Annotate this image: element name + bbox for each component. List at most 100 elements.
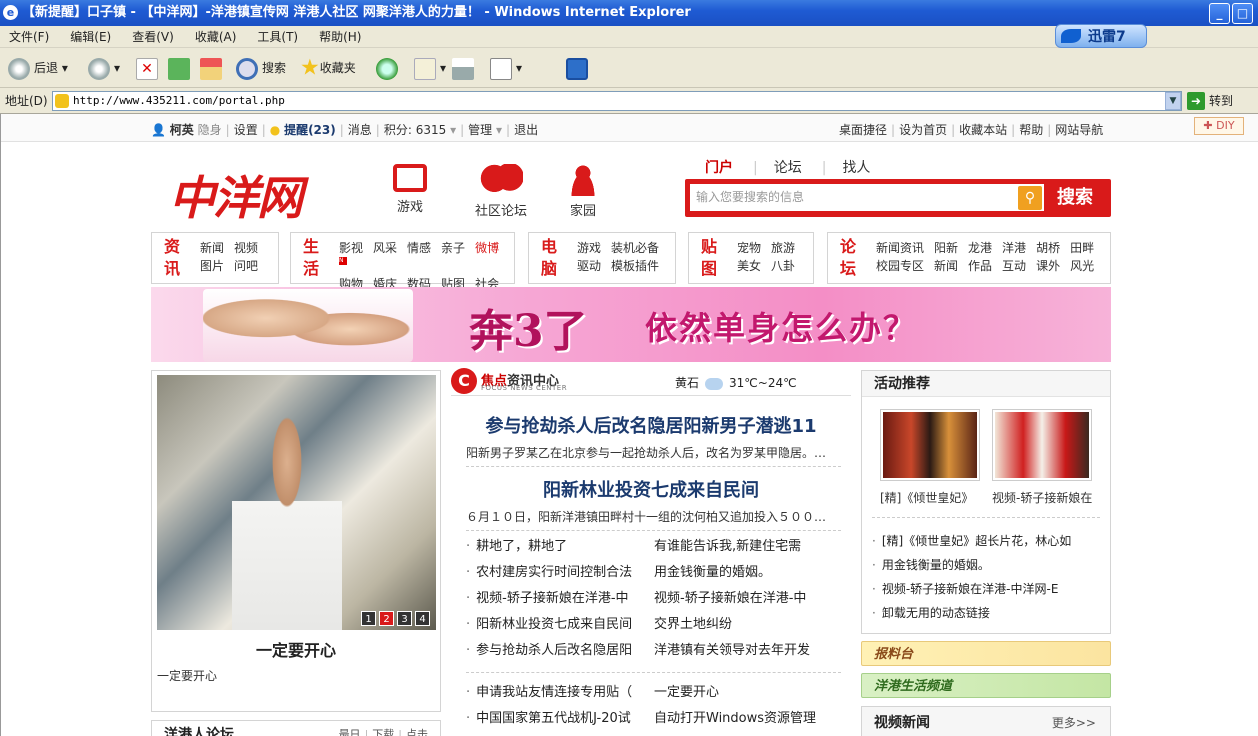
nav-link[interactable]: 模板插件: [611, 257, 659, 275]
feature-caption[interactable]: 一定要开心: [152, 637, 440, 661]
news-link[interactable]: 耕地了，耕地了: [466, 534, 654, 560]
nav-link[interactable]: 校园专区: [876, 257, 924, 275]
favorites-button[interactable]: ★收藏夹: [300, 56, 356, 80]
news-link[interactable]: 农村建房实行时间控制合法: [466, 560, 654, 586]
nav-link[interactable]: 田畔: [1070, 239, 1094, 257]
nav-link[interactable]: 视频: [234, 239, 258, 257]
nav-link[interactable]: 驱动: [577, 257, 601, 275]
news-link[interactable]: 视频-轿子接新娘在洋港-中: [654, 586, 844, 612]
reminders-link[interactable]: 提醒(23): [284, 123, 336, 137]
address-dropdown-icon[interactable]: ▼: [1165, 92, 1181, 110]
minimize-button[interactable]: _: [1209, 3, 1230, 24]
search-tab-people[interactable]: 找人: [842, 160, 870, 176]
set-homepage-link[interactable]: 设为首页: [899, 123, 947, 137]
news-link[interactable]: 一定要开心: [654, 680, 844, 706]
news-link[interactable]: 申请我站友情连接专用贴（: [466, 680, 654, 706]
nav-link-weibo[interactable]: 微博: [475, 239, 499, 257]
diy-button[interactable]: ✚ DIY: [1194, 117, 1244, 135]
nav-heading-news[interactable]: 资讯: [158, 236, 186, 280]
logout-link[interactable]: 退出: [514, 123, 538, 137]
headline-2[interactable]: 阳新林业投资七成来自民间: [451, 476, 851, 502]
nav-link[interactable]: 新闻: [200, 239, 224, 257]
nav-link[interactable]: 风采: [373, 239, 397, 257]
help-link[interactable]: 帮助: [1019, 123, 1043, 137]
nav-link[interactable]: 美女: [737, 257, 761, 275]
menu-tools[interactable]: 工具(T): [257, 26, 298, 48]
invisible-link[interactable]: 隐身: [198, 123, 222, 137]
menu-file[interactable]: 文件(F): [9, 26, 49, 48]
nav-link[interactable]: 阳新: [934, 239, 958, 257]
nav-link[interactable]: 新闻资讯: [876, 239, 924, 257]
nav-link[interactable]: 游戏: [577, 239, 601, 257]
news-link[interactable]: 自动打开Windows资源管理: [654, 706, 844, 732]
channel-home[interactable]: 家园: [567, 164, 599, 219]
nav-link[interactable]: 胡桥: [1036, 239, 1060, 257]
nav-link[interactable]: 亲子: [441, 239, 465, 257]
search-tab-portal[interactable]: 门户: [705, 160, 733, 176]
activity-thumb-caption[interactable]: [精]《倾世皇妃》: [880, 489, 973, 506]
nav-link[interactable]: 八卦: [771, 257, 795, 275]
news-link[interactable]: 用金钱衡量的婚姻。: [654, 560, 844, 586]
nav-link[interactable]: 作品: [968, 257, 992, 275]
news-link[interactable]: 有谁能告诉我,新建住宅需: [654, 534, 844, 560]
nav-link[interactable]: 装机必备: [611, 239, 659, 257]
site-nav-link[interactable]: 网站导航: [1055, 123, 1103, 137]
feature-photo[interactable]: 1234: [157, 375, 436, 630]
settings-link[interactable]: 设置: [234, 123, 258, 137]
news-link[interactable]: 参与抢劫杀人后改名隐居阳: [466, 638, 654, 664]
xunlei-badge[interactable]: 迅雷7: [1055, 24, 1147, 48]
search-magnifier-icon[interactable]: ⚲: [1018, 186, 1042, 210]
news-link[interactable]: 洋港镇有关领导对去年开发: [654, 638, 844, 664]
activity-link[interactable]: 用金钱衡量的婚姻。: [872, 553, 1102, 577]
site-logo[interactable]: 中洋网: [169, 162, 303, 228]
ad-banner[interactable]: 奔3了 依然单身怎么办？: [151, 287, 1111, 362]
nav-link[interactable]: 龙港: [968, 239, 992, 257]
channel-games[interactable]: 游戏: [393, 164, 427, 215]
desktop-shortcut-link[interactable]: 桌面捷径: [839, 123, 887, 137]
slide-page[interactable]: 1: [361, 611, 376, 626]
nav-link[interactable]: 图片: [200, 257, 224, 275]
video-more-link[interactable]: 更多>>: [1052, 714, 1096, 731]
tip-off-banner[interactable]: 报料台: [861, 641, 1111, 666]
activity-thumb-2[interactable]: [992, 409, 1092, 481]
activity-link[interactable]: 卸载无用的动态链接: [872, 601, 1102, 625]
nav-link[interactable]: 情感: [407, 239, 431, 257]
forum-tab-download[interactable]: 下载: [372, 728, 394, 736]
home-button[interactable]: [200, 56, 226, 80]
username-link[interactable]: 柯英: [170, 123, 194, 137]
nav-heading-pics[interactable]: 贴图: [695, 236, 723, 280]
back-button[interactable]: 后退 ▾: [8, 56, 68, 80]
menu-view[interactable]: 查看(V): [132, 26, 174, 48]
channel-forum[interactable]: 社区论坛: [475, 164, 527, 219]
nav-link[interactable]: 问吧: [234, 257, 258, 275]
nav-link[interactable]: 新闻: [934, 257, 958, 275]
life-channel-banner[interactable]: 洋港生活频道: [861, 673, 1111, 698]
search-button[interactable]: 搜索: [236, 56, 286, 80]
slide-page[interactable]: 4: [415, 611, 430, 626]
headline-1[interactable]: 参与抢劫杀人后改名隐居阳新男子潜逃11: [451, 412, 851, 438]
forward-button[interactable]: ▾: [88, 56, 120, 80]
slide-page[interactable]: 3: [397, 611, 412, 626]
nav-heading-forum[interactable]: 论坛: [834, 236, 862, 280]
news-link[interactable]: 阳新林业投资七成来自民间: [466, 612, 654, 638]
nav-heading-computer[interactable]: 电脑: [535, 236, 563, 280]
bookmark-site-link[interactable]: 收藏本站: [959, 123, 1007, 137]
nav-link[interactable]: 宠物: [737, 239, 761, 257]
maximize-button[interactable]: □: [1232, 3, 1253, 24]
print-button[interactable]: [452, 56, 478, 80]
nav-link[interactable]: 互动: [1002, 257, 1026, 275]
stop-button[interactable]: ✕: [136, 56, 162, 80]
edit-button[interactable]: ▾: [490, 56, 522, 80]
address-input[interactable]: http://www.435211.com/portal.php: [52, 91, 1182, 111]
mail-button[interactable]: ▾: [414, 56, 446, 80]
points-link[interactable]: 积分: 6315: [384, 123, 446, 137]
menu-edit[interactable]: 编辑(E): [70, 26, 111, 48]
forum-tab-clicks[interactable]: 点击: [406, 728, 428, 736]
menu-favorites[interactable]: 收藏(A): [195, 26, 237, 48]
nav-link[interactable]: 影视: [339, 239, 363, 257]
activity-link[interactable]: 视频-轿子接新娘在洋港-中洋网-E: [872, 577, 1102, 601]
news-link[interactable]: 中国国家第五代战机J-20试: [466, 706, 654, 732]
search-input[interactable]: 输入您要搜索的信息: [690, 184, 1044, 211]
messages-link[interactable]: 消息: [348, 123, 372, 137]
activity-thumb-caption[interactable]: 视频-轿子接新娘在: [992, 489, 1092, 506]
